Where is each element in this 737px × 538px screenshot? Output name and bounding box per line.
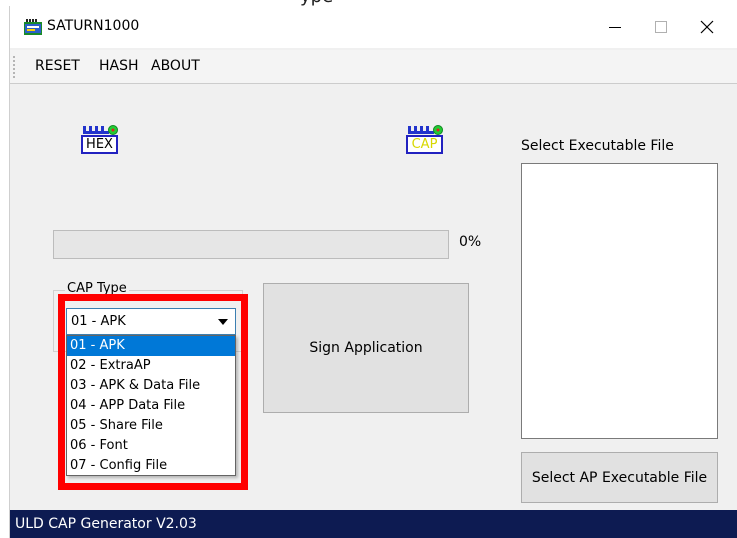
close-icon xyxy=(700,20,714,34)
dropdown-option[interactable]: 04 - APP Data File xyxy=(67,396,235,416)
menu-hash[interactable]: HASH xyxy=(99,58,139,74)
select-executable-label: Select Executable File xyxy=(521,138,674,154)
window-title: SATURN1000 xyxy=(47,18,140,34)
select-ap-executable-button[interactable]: Select AP Executable File xyxy=(521,452,718,503)
dropdown-option[interactable]: 03 - APK & Data File xyxy=(67,376,235,396)
sign-application-button[interactable]: Sign Application xyxy=(263,283,469,413)
app-icon xyxy=(24,19,42,35)
dropdown-option[interactable]: 06 - Font xyxy=(67,436,235,456)
status-text: ULD CAP Generator V2.03 xyxy=(15,516,197,532)
dropdown-option[interactable]: 01 - APK xyxy=(67,336,235,356)
menu-bar: RESET HASH ABOUT xyxy=(10,50,737,84)
executable-file-list[interactable] xyxy=(521,163,718,439)
cap-type-select[interactable]: 01 - APK xyxy=(66,308,236,335)
minimize-icon xyxy=(609,27,621,28)
status-bar: ULD CAP Generator V2.03 xyxy=(10,510,737,538)
maximize-button[interactable] xyxy=(638,6,684,48)
hex-file-icon[interactable]: HEX xyxy=(81,123,121,159)
menu-reset[interactable]: RESET xyxy=(35,58,80,74)
dropdown-option[interactable]: 02 - ExtraAP xyxy=(67,356,235,376)
cap-label: CAP xyxy=(406,135,443,154)
minimize-button[interactable] xyxy=(592,6,638,48)
menu-about[interactable]: ABOUT xyxy=(151,58,200,74)
hex-plug-icon xyxy=(83,125,118,135)
cap-type-dropdown-list: 01 - APK 02 - ExtraAP 03 - APK & Data Fi… xyxy=(66,335,236,476)
progress-percent: 0% xyxy=(459,234,482,250)
menu-grip xyxy=(13,56,15,78)
progress-bar xyxy=(53,230,449,259)
cap-file-icon[interactable]: CAP xyxy=(406,123,446,159)
cap-type-selected-value: 01 - APK xyxy=(71,314,126,329)
cap-type-label: CAP Type xyxy=(65,281,129,296)
title-bar[interactable]: SATURN1000 xyxy=(10,6,737,48)
close-button[interactable] xyxy=(684,6,730,48)
dropdown-option[interactable]: 07 - Config File xyxy=(67,456,235,476)
app-window: SATURN1000 RESET HASH ABOUT HEX CAP Sele… xyxy=(9,6,737,538)
cap-plug-icon xyxy=(408,125,443,135)
dropdown-option[interactable]: 05 - Share File xyxy=(67,416,235,436)
maximize-icon xyxy=(655,21,667,33)
hex-label: HEX xyxy=(81,135,118,154)
chevron-down-icon xyxy=(218,319,228,325)
